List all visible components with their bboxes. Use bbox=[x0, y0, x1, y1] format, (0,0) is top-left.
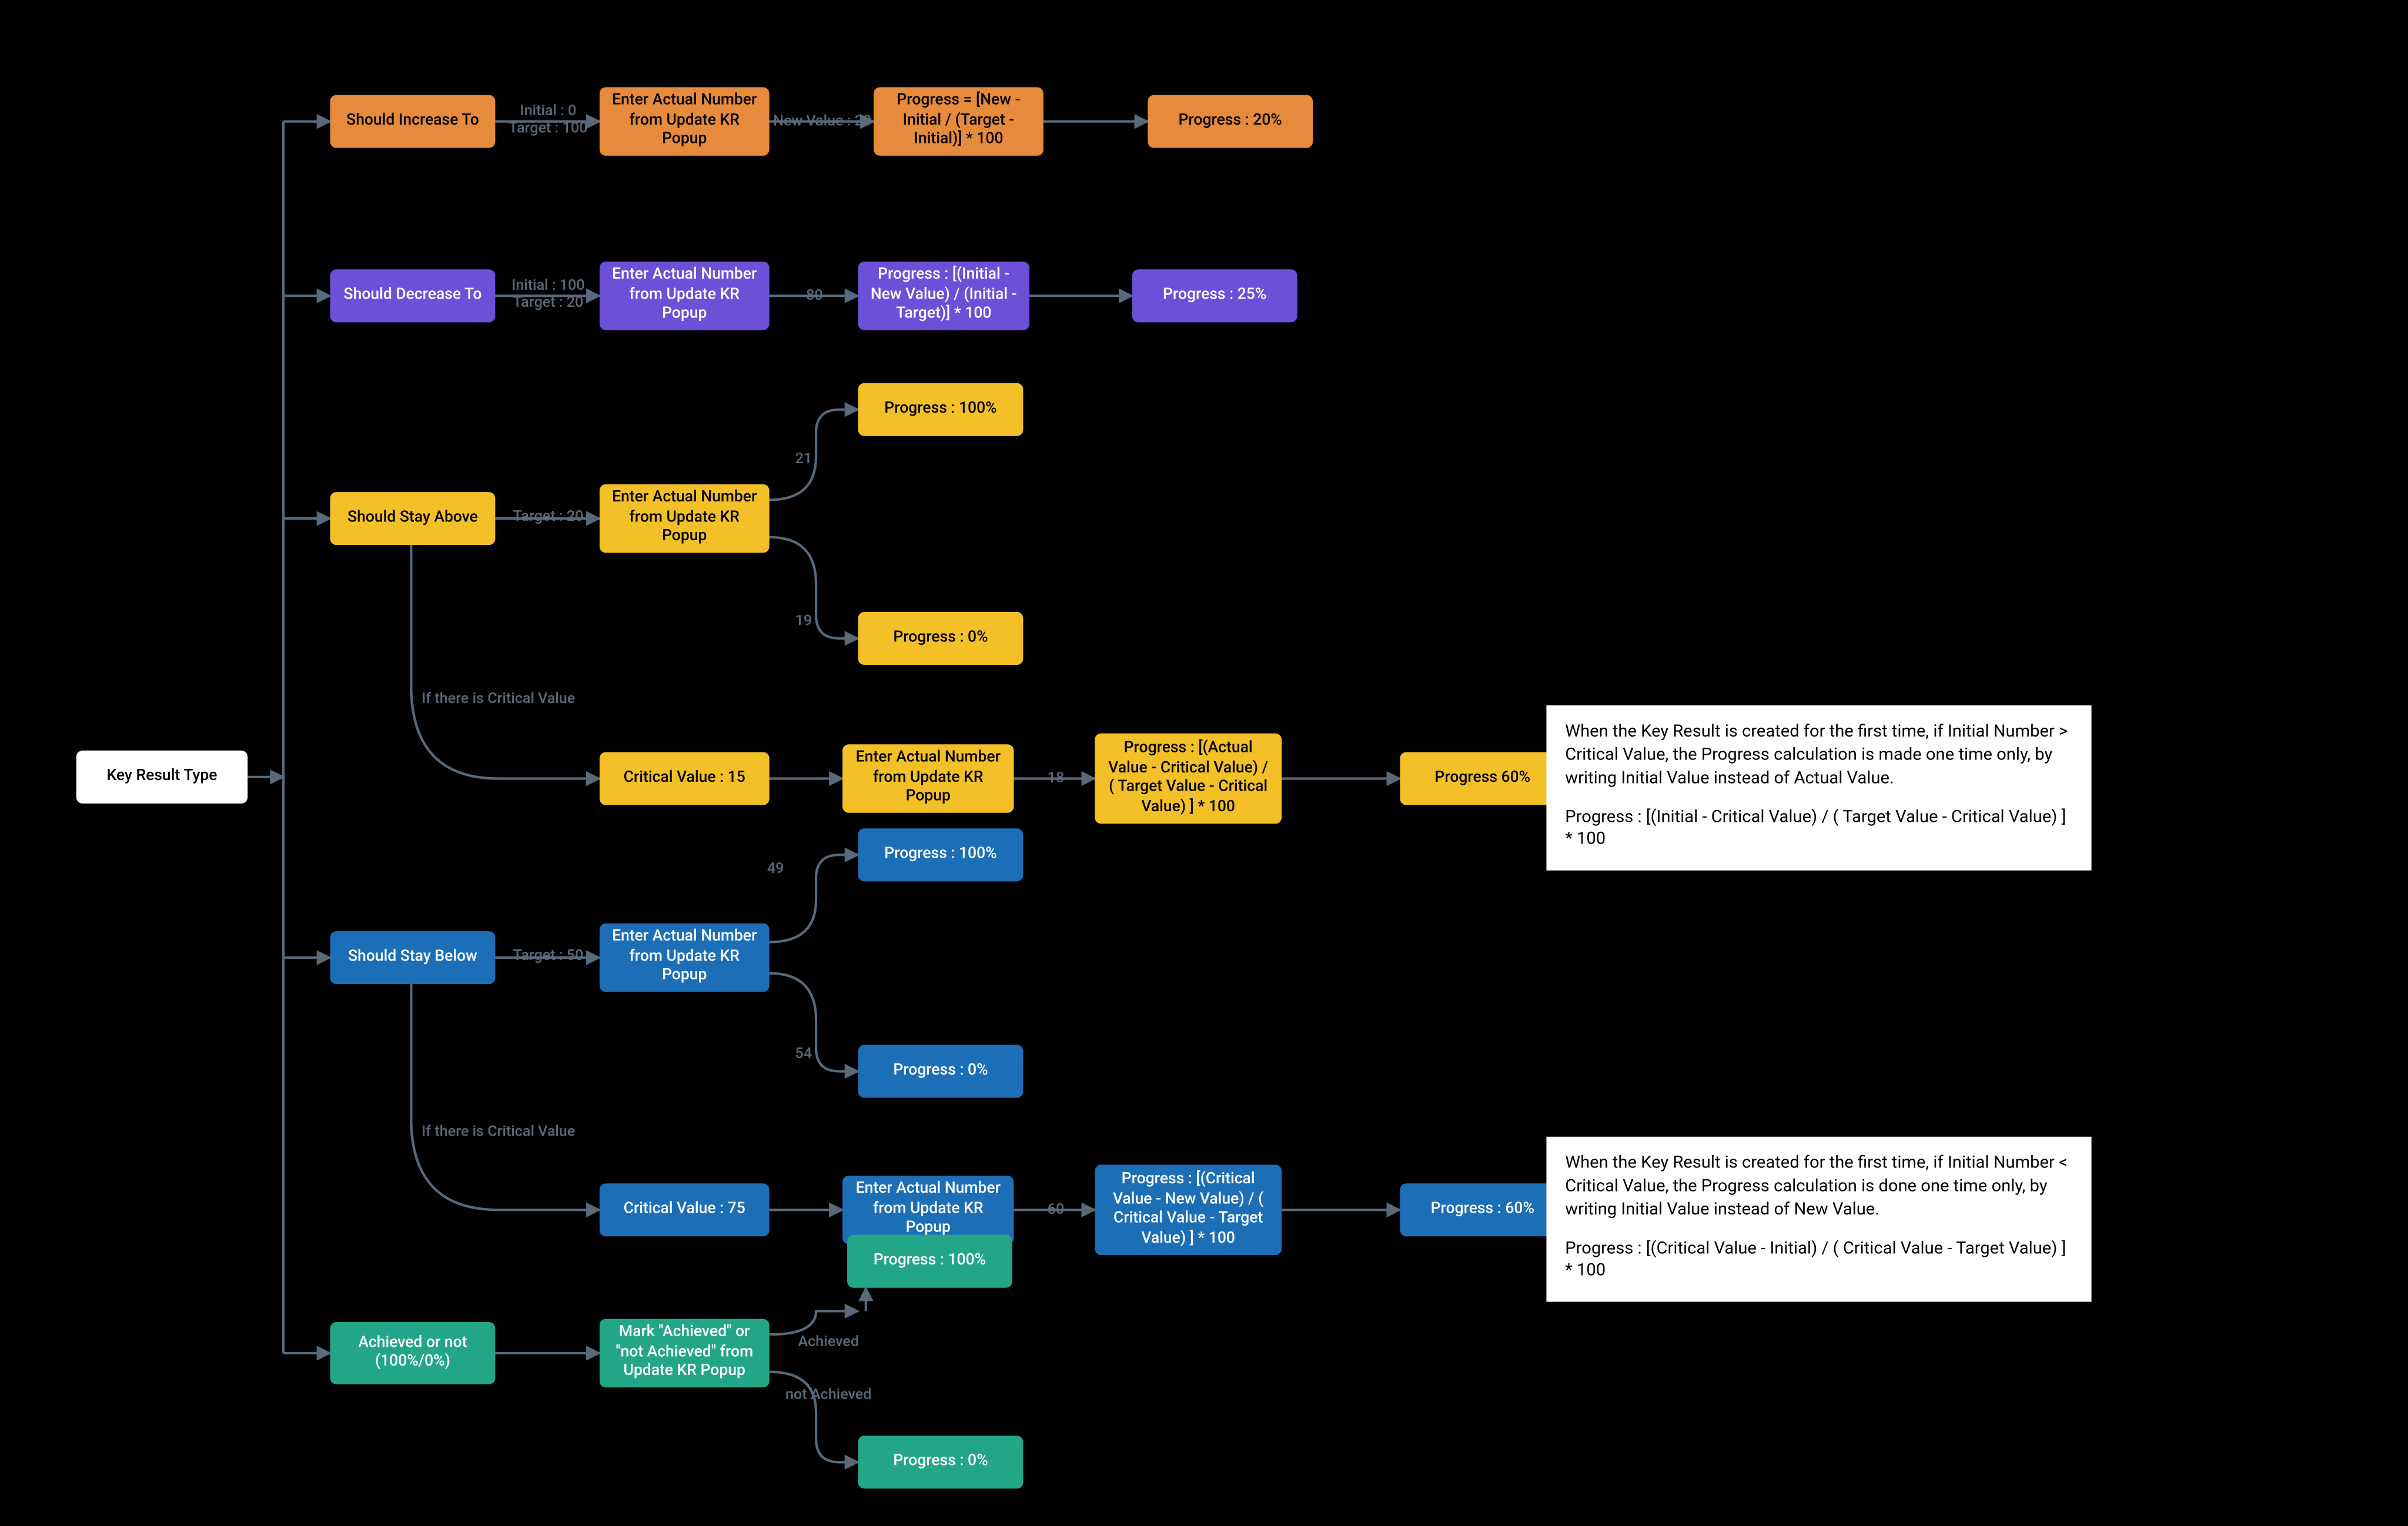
stay-above-crit-action-label: Enter Actual Number from Update KR Popup bbox=[852, 749, 1005, 808]
increase-result: Progress : 20% bbox=[1148, 95, 1313, 148]
stay-below-lo-result: Progress : 0% bbox=[858, 1045, 1024, 1097]
achieved-action-label: Mark "Achieved" or "not Achieved" from U… bbox=[609, 1324, 760, 1382]
increase-formula-label: Progress = [New - Initial / (Target - In… bbox=[883, 92, 1034, 150]
stay-below-note: When the Key Result is created for the f… bbox=[1546, 1137, 2091, 1302]
stay-below-crit-branch: If there is Critical Value bbox=[422, 1125, 575, 1142]
stay-below-note-line2: Progress : [(Critical Value - Initial) /… bbox=[1565, 1237, 2073, 1284]
root-node: Key Result Type bbox=[76, 751, 248, 804]
diagram-canvas: Key Result Type Should Increase To Initi… bbox=[0, 0, 2367, 1526]
stay-above-crit-result-label: Progress 60% bbox=[1434, 769, 1530, 788]
stay-below-lo-result-label: Progress : 0% bbox=[893, 1062, 988, 1081]
stay-above-type-label: Should Stay Above bbox=[347, 509, 478, 528]
stay-below-hi-result-label: Progress : 100% bbox=[884, 845, 996, 865]
decrease-formula-label: Progress : [(Initial - New Value) / (Ini… bbox=[867, 267, 1020, 325]
stay-above-hi-label: 21 bbox=[795, 453, 812, 470]
stay-above-lo-label: 19 bbox=[795, 614, 812, 631]
achieved-type-label: Achieved or not (100%/0%) bbox=[339, 1334, 486, 1373]
increase-new-value: New Value : 20 bbox=[773, 115, 871, 132]
achieved-no-label: not Achieved bbox=[785, 1388, 871, 1405]
decrease-params: Initial : 100 Target : 20 bbox=[511, 279, 584, 313]
decrease-result-label: Progress : 25% bbox=[1163, 286, 1266, 306]
stay-above-crit-result: Progress 60% bbox=[1400, 752, 1565, 805]
stay-above-crit-new-value: 18 bbox=[1048, 772, 1065, 789]
achieved-yes-result-label: Progress : 100% bbox=[874, 1251, 986, 1271]
stay-below-crit-action-label: Enter Actual Number from Update KR Popup bbox=[852, 1181, 1005, 1239]
stay-above-crit-formula-label: Progress : [(Actual Value - Critical Val… bbox=[1104, 739, 1272, 817]
stay-below-crit-action: Enter Actual Number from Update KR Popup bbox=[842, 1176, 1014, 1244]
increase-formula: Progress = [New - Initial / (Target - In… bbox=[874, 87, 1044, 156]
stay-above-type: Should Stay Above bbox=[330, 492, 496, 545]
stay-above-lo-result: Progress : 0% bbox=[858, 612, 1024, 665]
stay-below-crit-formula: Progress : [(Critical Value - New Value)… bbox=[1095, 1164, 1282, 1255]
achieved-yes-result: Progress : 100% bbox=[847, 1235, 1012, 1288]
stay-below-hi-label: 49 bbox=[767, 862, 784, 879]
stay-above-note: When the Key Result is created for the f… bbox=[1546, 705, 2091, 871]
achieved-action: Mark "Achieved" or "not Achieved" from U… bbox=[600, 1319, 770, 1388]
stay-below-crit-value-label: Critical Value : 75 bbox=[624, 1200, 745, 1220]
achieved-no-result: Progress : 0% bbox=[858, 1435, 1024, 1488]
stay-above-note-line1: When the Key Result is created for the f… bbox=[1565, 721, 2073, 790]
decrease-result: Progress : 25% bbox=[1132, 269, 1297, 322]
increase-type-label: Should Increase To bbox=[346, 112, 479, 131]
stay-below-hi-result: Progress : 100% bbox=[858, 828, 1024, 881]
stay-below-crit-result-label: Progress : 60% bbox=[1431, 1200, 1534, 1220]
achieved-no-result-label: Progress : 0% bbox=[893, 1453, 988, 1472]
stay-above-crit-value: Critical Value : 15 bbox=[600, 752, 770, 805]
achieved-type: Achieved or not (100%/0%) bbox=[330, 1322, 496, 1384]
stay-below-action-label: Enter Actual Number from Update KR Popup bbox=[609, 928, 760, 986]
increase-type: Should Increase To bbox=[330, 95, 496, 148]
stay-below-type: Should Stay Below bbox=[330, 931, 496, 984]
decrease-new-value: 80 bbox=[806, 289, 823, 306]
increase-action: Enter Actual Number from Update KR Popup bbox=[600, 87, 770, 156]
stay-above-crit-value-label: Critical Value : 15 bbox=[624, 769, 745, 788]
stay-above-crit-action: Enter Actual Number from Update KR Popup bbox=[842, 744, 1014, 813]
stay-above-hi-result: Progress : 100% bbox=[858, 383, 1024, 436]
increase-result-label: Progress : 20% bbox=[1178, 112, 1282, 131]
stay-below-lo-label: 54 bbox=[795, 1048, 812, 1065]
stay-above-crit-branch: If there is Critical Value bbox=[422, 692, 575, 710]
stay-below-crit-formula-label: Progress : [(Critical Value - New Value)… bbox=[1104, 1171, 1272, 1249]
decrease-action-label: Enter Actual Number from Update KR Popup bbox=[609, 267, 760, 325]
stay-above-crit-formula: Progress : [(Actual Value - Critical Val… bbox=[1095, 734, 1282, 824]
stay-above-lo-result-label: Progress : 0% bbox=[893, 629, 988, 648]
stay-below-crit-result: Progress : 60% bbox=[1400, 1183, 1565, 1236]
stay-above-action-label: Enter Actual Number from Update KR Popup bbox=[609, 489, 760, 547]
stay-below-action: Enter Actual Number from Update KR Popup bbox=[600, 923, 770, 992]
achieved-yes-label: Achieved bbox=[798, 1336, 859, 1353]
stay-below-type-label: Should Stay Below bbox=[348, 948, 477, 968]
stay-above-params: Target : 20 bbox=[513, 510, 584, 527]
increase-params: Initial : 0 Target : 100 bbox=[509, 105, 587, 139]
stay-below-params: Target : 50 bbox=[513, 949, 584, 966]
stay-below-crit-new-value: 60 bbox=[1048, 1203, 1065, 1220]
root-label: Key Result Type bbox=[106, 767, 217, 787]
increase-action-label: Enter Actual Number from Update KR Popup bbox=[609, 92, 760, 150]
decrease-action: Enter Actual Number from Update KR Popup bbox=[600, 262, 770, 330]
stay-below-crit-value: Critical Value : 75 bbox=[600, 1183, 770, 1236]
stay-below-note-line1: When the Key Result is created for the f… bbox=[1565, 1152, 2073, 1222]
stay-above-action: Enter Actual Number from Update KR Popup bbox=[600, 484, 770, 553]
stay-above-hi-result-label: Progress : 100% bbox=[884, 400, 996, 419]
stay-above-note-line2: Progress : [(Initial - Critical Value) /… bbox=[1565, 806, 2073, 852]
decrease-type-label: Should Decrease To bbox=[344, 286, 482, 306]
decrease-formula: Progress : [(Initial - New Value) / (Ini… bbox=[858, 262, 1029, 330]
decrease-type: Should Decrease To bbox=[330, 269, 496, 322]
